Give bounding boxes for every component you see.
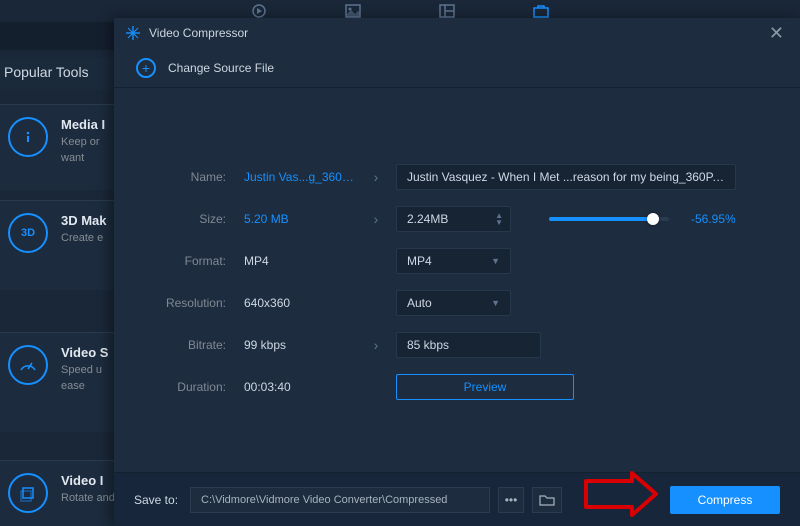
row-format: Format: MP4 › MP4 ▼ xyxy=(136,240,778,282)
format-selected: MP4 xyxy=(407,254,432,268)
output-name-value: Justin Vasquez - When I Met ...reason fo… xyxy=(407,170,725,184)
preview-button[interactable]: Preview xyxy=(396,374,574,400)
value-size: 5.20 MB xyxy=(226,212,356,226)
change-source-label: Change Source File xyxy=(168,61,274,75)
dialog-title: Video Compressor xyxy=(149,26,248,40)
close-icon[interactable]: ✕ xyxy=(765,24,788,42)
tool-card-media[interactable]: Media I Keep or want xyxy=(0,104,114,190)
tool-desc: want xyxy=(61,152,106,164)
row-resolution: Resolution: 640x360 › Auto ▼ xyxy=(136,282,778,324)
label-size: Size: xyxy=(136,212,226,226)
slider-thumb[interactable] xyxy=(647,213,659,225)
chevron-right-icon: › xyxy=(356,211,396,227)
save-to-label: Save to: xyxy=(134,493,178,507)
preview-label: Preview xyxy=(464,380,507,394)
value-format: MP4 xyxy=(226,254,356,268)
label-duration: Duration: xyxy=(136,380,226,394)
row-name: Name: Justin Vas...g_360P.mp4 › Justin V… xyxy=(136,156,778,198)
three-d-icon: 3D xyxy=(8,213,48,253)
tool-card-rotate[interactable]: Video I Rotate and flip the video as you… xyxy=(0,460,114,526)
output-size-value: 2.24MB xyxy=(407,212,448,226)
tool-card-3d[interactable]: 3D 3D Mak Create e xyxy=(0,200,114,290)
label-resolution: Resolution: xyxy=(136,296,226,310)
size-percent: -56.95% xyxy=(691,212,736,226)
compress-label: Compress xyxy=(698,493,753,507)
tool-desc: ease xyxy=(61,380,108,392)
video-compressor-dialog: Video Compressor ✕ + Change Source File … xyxy=(114,18,800,526)
compress-button[interactable]: Compress xyxy=(670,486,780,514)
save-path-input[interactable]: C:\Vidmore\Vidmore Video Converter\Compr… xyxy=(190,487,490,513)
label-format: Format: xyxy=(136,254,226,268)
tool-desc: Create e xyxy=(61,232,107,244)
app-icon xyxy=(126,26,140,40)
spinner-buttons[interactable]: ▲▼ xyxy=(492,212,506,226)
tool-title: Media I xyxy=(61,117,106,132)
chevron-down-icon: ▼ xyxy=(491,298,500,308)
open-folder-button[interactable] xyxy=(532,487,562,513)
label-name: Name: xyxy=(136,170,226,184)
save-path-value: C:\Vidmore\Vidmore Video Converter\Compr… xyxy=(201,494,447,506)
format-dropdown[interactable]: MP4 ▼ xyxy=(396,248,511,274)
resolution-dropdown[interactable]: Auto ▼ xyxy=(396,290,511,316)
dialog-footer: Save to: C:\Vidmore\Vidmore Video Conver… xyxy=(114,472,800,526)
value-name: Justin Vas...g_360P.mp4 xyxy=(226,170,356,184)
tool-title: 3D Mak xyxy=(61,213,107,228)
folder-icon xyxy=(539,494,555,506)
plus-circle-icon: + xyxy=(136,58,156,78)
gauge-icon xyxy=(8,345,48,385)
rotate-icon xyxy=(8,473,48,513)
tool-desc: Keep or xyxy=(61,136,106,148)
tool-desc: Speed u xyxy=(61,364,108,376)
output-name-input[interactable]: Justin Vasquez - When I Met ...reason fo… xyxy=(396,164,736,190)
size-slider[interactable] xyxy=(549,217,669,221)
output-size-spinner[interactable]: 2.24MB ▲▼ xyxy=(396,206,511,232)
row-size: Size: 5.20 MB › 2.24MB ▲▼ -56.95% xyxy=(136,198,778,240)
info-icon xyxy=(8,117,48,157)
label-bitrate: Bitrate: xyxy=(136,338,226,352)
chevron-down-icon: ▼ xyxy=(491,256,500,266)
change-source-file-button[interactable]: + Change Source File xyxy=(114,48,800,88)
tool-card-speed[interactable]: Video S Speed u ease xyxy=(0,332,114,432)
value-duration: 00:03:40 xyxy=(226,380,356,394)
output-bitrate-input[interactable]: 85 kbps xyxy=(396,332,541,358)
value-bitrate: 99 kbps xyxy=(226,338,356,352)
tool-title: Video I xyxy=(61,473,114,488)
tool-desc: Rotate and flip the video as you live xyxy=(61,492,114,504)
chevron-right-icon: › xyxy=(356,169,396,185)
chevron-right-icon: › xyxy=(356,337,396,353)
popular-tools-heading: Popular Tools xyxy=(0,57,114,89)
dialog-titlebar: Video Compressor ✕ xyxy=(114,18,800,48)
resolution-selected: Auto xyxy=(407,296,432,310)
form-area: Name: Justin Vas...g_360P.mp4 › Justin V… xyxy=(114,118,800,408)
tool-title: Video S xyxy=(61,345,108,360)
value-resolution: 640x360 xyxy=(226,296,356,310)
output-bitrate-value: 85 kbps xyxy=(407,338,449,352)
row-bitrate: Bitrate: 99 kbps › 85 kbps xyxy=(136,324,778,366)
more-options-button[interactable]: ••• xyxy=(498,487,524,513)
row-duration: Duration: 00:03:40 › Preview xyxy=(136,366,778,408)
